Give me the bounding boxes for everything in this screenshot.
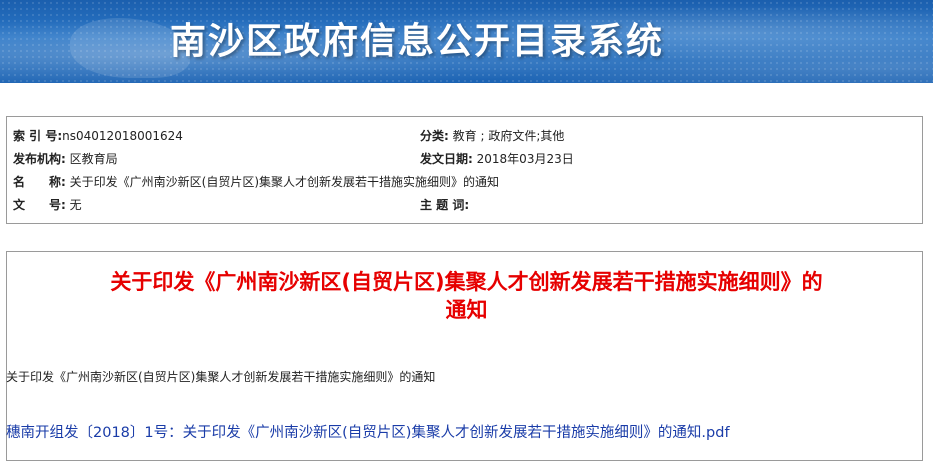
document-title-line2: 通知 — [445, 298, 488, 322]
meta-category-label: 分类: — [420, 129, 449, 143]
meta-index-label: 索 引 号: — [13, 129, 63, 143]
document-body-line: 关于印发《广州南沙新区(自贸片区)集聚人才创新发展若干措施实施细则》的通知 — [6, 370, 436, 384]
document-title: 关于印发《广州南沙新区(自贸片区)集聚人才创新发展若干措施实施细则》的 通知 — [0, 268, 933, 324]
meta-publisher-label: 发布机构: — [13, 152, 66, 166]
meta-date-row: 发文日期: 2018年03月23日 — [420, 149, 574, 169]
meta-docno-value: 无 — [69, 198, 82, 212]
meta-name-row: 名 称: 关于印发《广州南沙新区(自贸片区)集聚人才创新发展若干措施实施细则》的… — [13, 172, 499, 192]
site-title: 南沙区政府信息公开目录系统 — [170, 21, 665, 62]
meta-subject-row: 主 题 词: — [420, 195, 469, 215]
meta-name-label: 名 称: — [13, 175, 66, 189]
meta-index-row: 索 引 号:ns04012018001624 — [13, 126, 183, 146]
meta-index-value: ns04012018001624 — [62, 129, 183, 143]
meta-docno-row: 文 号: 无 — [13, 195, 82, 215]
attachment-pdf-link[interactable]: 穗南开组发〔2018〕1号：关于印发《广州南沙新区(自贸片区)集聚人才创新发展若… — [6, 421, 730, 442]
meta-name-value: 关于印发《广州南沙新区(自贸片区)集聚人才创新发展若干措施实施细则》的通知 — [69, 175, 500, 189]
meta-category-row: 分类: 教育 ; 政府文件;其他 — [420, 126, 564, 146]
meta-date-label: 发文日期: — [420, 152, 473, 166]
meta-subject-label: 主 题 词: — [420, 198, 470, 212]
meta-date-value: 2018年03月23日 — [476, 152, 574, 166]
meta-docno-label: 文 号: — [13, 198, 66, 212]
header-banner: 南沙区政府信息公开目录系统 — [0, 0, 933, 83]
meta-category-value: 教育 ; 政府文件;其他 — [452, 129, 565, 143]
meta-publisher-value: 区教育局 — [69, 152, 118, 166]
meta-publisher-row: 发布机构: 区教育局 — [13, 149, 118, 169]
document-title-line1: 关于印发《广州南沙新区(自贸片区)集聚人才创新发展若干措施实施细则》的 — [110, 270, 823, 294]
document-meta-panel: 索 引 号:ns04012018001624 分类: 教育 ; 政府文件;其他 … — [6, 116, 923, 224]
